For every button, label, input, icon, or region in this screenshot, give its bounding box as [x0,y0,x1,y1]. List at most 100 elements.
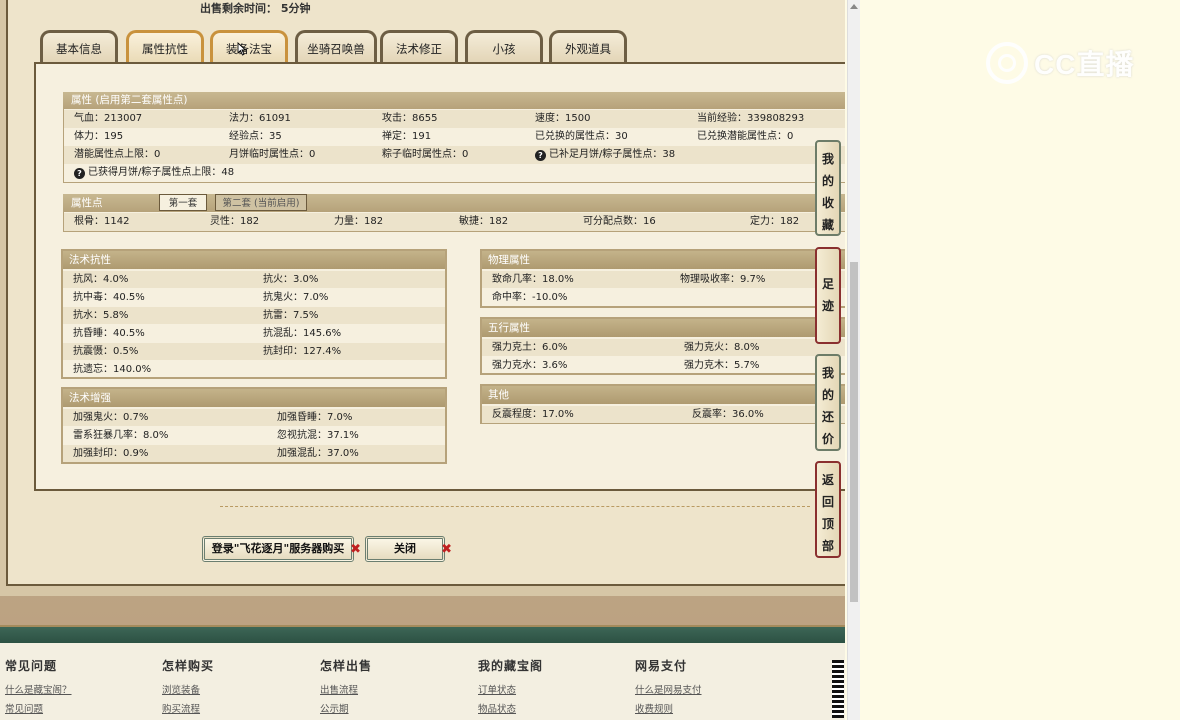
scroll-up-arrow-icon[interactable] [850,4,858,9]
attr-header: 属性 (启用第二套属性点) [63,92,845,109]
enhance-cell: 加强鬼火：0.7% [73,412,149,423]
attr-row: ? 已获得月饼/粽子属性点上限：48 [64,164,845,182]
attr-zen: 禅定：191 [382,131,432,142]
footer-col-pay: 网易支付 什么是网易支付 收费规则 [635,657,702,715]
footer-link[interactable]: 出售流程 [320,682,372,696]
enhance-row: 加强封印：0.9% 加强混乱：37.0% [63,445,445,462]
side-char: 顶 [821,517,834,531]
footer-col-title: 常见问题 [5,659,58,673]
attr-hp: 气血：213007 [74,113,143,124]
side-char: 的 [821,174,834,188]
resist-cell: 抗中毒：40.5% [73,292,145,303]
resist-cell: 抗火：3.0% [263,274,319,285]
attr-attack: 攻击：8655 [382,113,438,124]
side-char: 价 [821,432,834,446]
tab-child[interactable]: 小孩 [465,30,543,62]
tab-basic-info[interactable]: 基本信息 [40,30,118,62]
footer-link[interactable]: 订单状态 [478,682,543,696]
side-char: 回 [821,495,834,509]
attr-obtained-cap-label: 已获得月饼/粽子属性点上限：48 [88,167,235,178]
attr-obtained-cap: ? 已获得月饼/粽子属性点上限：48 [74,164,234,182]
tab-spell-correction[interactable]: 法术修正 [380,30,458,62]
help-icon[interactable]: ? [535,150,546,161]
attr-mooncake-temp: 月饼临时属性点：0 [229,149,316,160]
enhance-cell: 雷系狂暴几率：8.0% [73,430,169,441]
enhance-cell: 加强混乱：37.0% [277,448,359,459]
elements-cell: 强力克水：3.6% [492,360,568,371]
side-char: 收 [821,196,834,210]
footer-link[interactable]: 浏览装备 [162,682,214,696]
login-buy-label: 登录"飞花逐月"服务器购买 [211,542,345,555]
other-cell: 反震率：36.0% [692,409,764,420]
physical-cell: 物理吸收率：9.7% [680,274,766,285]
elements-cell: 强力克木：5.7% [684,360,760,371]
footer-link[interactable]: 公示期 [320,701,372,715]
enhance-row: 雷系狂暴几率：8.0% 忽视抗混：37.1% [63,427,445,444]
my-favorites-button[interactable]: 我 的 收 藏 [815,140,841,236]
footer: 常见问题 什么是藏宝阁？ 常见问题 怎样购买 浏览装备 购买流程 怎样出售 出售… [0,643,845,720]
elements-row: 强力克土：6.0% 强力克火：8.0% [482,339,845,356]
attr-row: 气血：213007 法力：61091 攻击：8655 速度：1500 当前经验：… [64,110,845,128]
scrollbar[interactable] [847,0,860,720]
mouse-cursor-icon [237,42,247,56]
points-subtab-first[interactable]: 第一套 [159,194,207,211]
attr-speed: 速度：1500 [535,113,591,124]
divider [220,506,810,507]
side-char: 还 [821,410,834,424]
back-to-top-button[interactable]: 返 回 顶 部 [815,461,841,558]
game-page: 出售剩余时间： 5分钟 基本信息 属性抗性 装备法宝 坐骑召唤兽 法术修正 小孩… [0,0,845,720]
tab-mounts-summons[interactable]: 坐骑召唤兽 [295,30,377,62]
footer-link[interactable]: 收费规则 [635,701,702,715]
points-title: 属性点 [71,197,103,209]
resist-cell: 抗雷：7.5% [263,310,319,321]
qr-code-icon [832,660,844,718]
points-strength: 力量：182 [334,216,384,227]
tab-appearance-items[interactable]: 外观道具 [549,30,627,62]
points-body: 根骨：1142 灵性：182 力量：182 敏捷：182 可分配点数：16 定力… [63,212,845,232]
footprints-button[interactable]: 足 迹 [815,247,841,344]
login-buy-button[interactable]: 登录"飞花逐月"服务器购买 ✖ [202,536,361,562]
elements-cell: 强力克火：8.0% [684,342,760,353]
footer-col-title: 怎样出售 [320,659,373,673]
attr-exchanged-points: 已兑换的属性点：30 [535,131,628,142]
cc-logo-icon [986,42,1028,84]
side-char: 我 [821,366,834,380]
points-subtab-second[interactable]: 第二套 (当前启用) [215,194,307,211]
physical-row: 致命几率：18.0% 物理吸收率：9.7% [482,271,845,288]
footer-col-buy: 怎样购买 浏览装备 购买流程 [162,657,214,715]
spell-resist-box: 法术抗性 抗风：4.0% 抗火：3.0% 抗中毒：40.5% 抗鬼火：7.0% 抗水… [61,249,447,379]
close-x-icon: ✖ [441,542,452,557]
footer-link[interactable]: 物品状态 [478,701,543,715]
tab-equipment[interactable]: 装备法宝 [210,30,288,62]
sale-time-remaining: 出售剩余时间： 5分钟 [200,2,311,15]
attr-row: 体力：195 经验点：35 禅定：191 已兑换的属性点：30 已兑换潜能属性点… [64,128,845,146]
attr-row: 潜能属性点上限：0 月饼临时属性点：0 粽子临时属性点：0 ? 已补足月饼/粽子属… [64,146,845,164]
physical-cell: 命中率：-10.0% [492,292,568,303]
spell-enhance-title: 法术增强 [63,389,445,407]
close-button[interactable]: 关闭 ✖ [365,536,452,562]
help-icon[interactable]: ? [74,168,85,179]
footer-link[interactable]: 什么是网易支付 [635,682,702,696]
resist-cell: 抗鬼火：7.0% [263,292,329,303]
enhance-cell: 加强封印：0.9% [73,448,149,459]
points-allocatable: 可分配点数：16 [583,216,656,227]
resist-cell: 抗风：4.0% [73,274,129,285]
tab-attr-resist[interactable]: 属性抗性 [126,30,204,62]
resist-row: 抗中毒：40.5% 抗鬼火：7.0% [63,289,445,306]
my-bargain-button[interactable]: 我 的 还 价 [815,354,841,451]
footer-band [0,625,845,643]
attr-exp: 当前经验：339808293 [697,113,805,124]
attr-stamina: 体力：195 [74,131,124,142]
resist-cell: 抗水：5.8% [73,310,129,321]
footer-link[interactable]: 购买流程 [162,701,214,715]
attr-exchanged-potential: 已兑换潜能属性点：0 [697,131,794,142]
footer-link[interactable]: 什么是藏宝阁？ [5,682,72,696]
footer-link[interactable]: 常见问题 [5,701,72,715]
close-label: 关闭 [394,542,416,555]
physical-box: 物理属性 致命几率：18.0% 物理吸收率：9.7% 命中率：-10.0% [480,249,845,308]
points-header: 属性点 第一套 第二套 (当前启用) [63,194,845,212]
side-char: 藏 [821,218,834,232]
scrollbar-thumb[interactable] [850,262,858,602]
physical-row: 命中率：-10.0% [482,289,845,306]
physical-cell: 致命几率：18.0% [492,274,574,285]
